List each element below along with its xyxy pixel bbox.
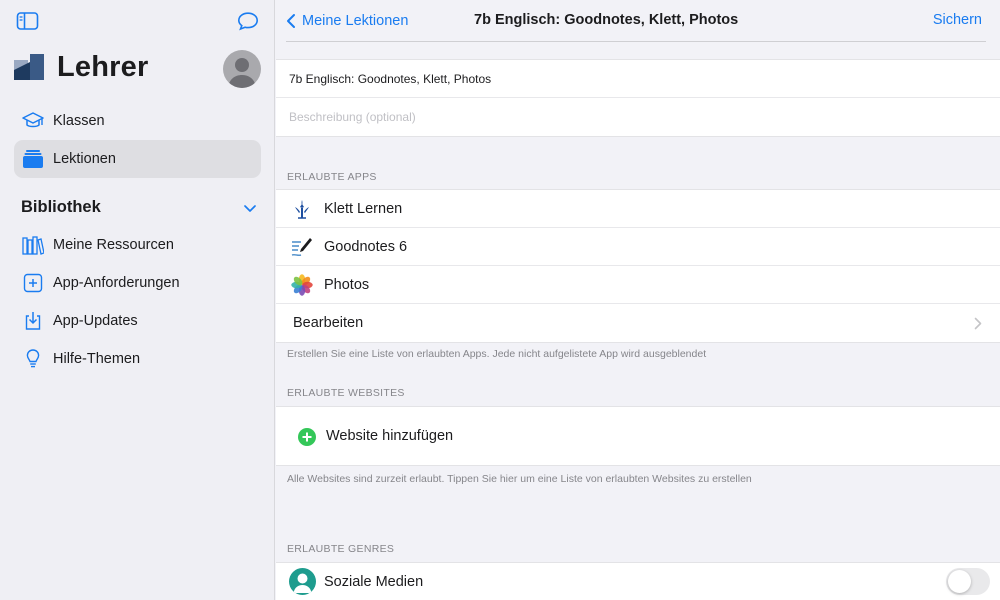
navigation-bar: Meine Lektionen 7b Englisch: Goodnotes, …	[276, 0, 1000, 42]
allowed-apps-footnote: Erstellen Sie eine Liste von erlaubten A…	[287, 348, 707, 360]
sidebar-item-label: Hilfe-Themen	[53, 351, 141, 367]
klett-app-icon	[291, 198, 313, 220]
back-button-label: Meine Lektionen	[302, 13, 409, 29]
add-website-button[interactable]: Website hinzufügen	[276, 407, 1000, 465]
description-placeholder: Beschreibung (optional)	[289, 110, 416, 124]
allowed-genres-header: ERLAUBTE GENRES	[287, 543, 395, 555]
page-title: 7b Englisch: Goodnotes, Klett, Photos	[474, 12, 739, 28]
section-bibliothek[interactable]: Bibliothek	[21, 196, 261, 220]
sidebar-item-label: Meine Ressourcen	[53, 237, 174, 253]
sidebar-header: Lehrer	[14, 48, 262, 88]
person-circle-icon	[289, 568, 316, 595]
list-item-goodnotes[interactable]: Goodnotes 6	[276, 228, 1000, 266]
stack-icon	[22, 149, 44, 169]
school-manager-logo-icon	[14, 54, 44, 80]
lesson-name-field[interactable]: 7b Englisch: Goodnotes, Klett, Photos	[276, 60, 1000, 98]
sidebar-item-hilfe-themen[interactable]: Hilfe-Themen	[14, 340, 261, 378]
allowed-websites-footnote: Alle Websites sind zurzeit erlaubt. Tipp…	[287, 473, 752, 485]
back-button[interactable]: Meine Lektionen	[286, 11, 408, 31]
sidebar-item-label: Klassen	[53, 113, 105, 129]
description-field[interactable]: Beschreibung (optional)	[276, 98, 1000, 136]
list-item-soziale-medien: Soziale Medien	[276, 563, 1000, 600]
allowed-genres-group: Soziale Medien	[276, 562, 1000, 600]
app-label: Photos	[324, 277, 370, 293]
sidebar-toggle-icon[interactable]	[16, 11, 40, 31]
list-item-photos[interactable]: Photos	[276, 266, 1000, 304]
goodnotes-app-icon	[291, 236, 313, 258]
allowed-apps-header: ERLAUBTE APPS	[287, 171, 377, 183]
sidebar-item-meine-ressourcen[interactable]: Meine Ressourcen	[14, 226, 261, 264]
soziale-medien-toggle[interactable]	[946, 568, 990, 595]
list-item-klett-lernen[interactable]: Klett Lernen	[276, 190, 1000, 228]
edit-apps-label: Bearbeiten	[293, 315, 364, 331]
lesson-details-group: 7b Englisch: Goodnotes, Klett, Photos Be…	[276, 59, 1000, 137]
photos-app-icon	[291, 274, 313, 296]
main-content: Meine Lektionen 7b Englisch: Goodnotes, …	[276, 0, 1000, 600]
plus-circle-icon	[298, 428, 316, 446]
allowed-apps-group: Klett Lernen Goodnotes 6 Photos Bearbeit…	[276, 189, 1000, 343]
save-button[interactable]: Sichern	[933, 12, 982, 28]
edit-apps-row[interactable]: Bearbeiten	[276, 304, 1000, 342]
lightbulb-icon	[22, 349, 44, 369]
books-icon	[22, 235, 45, 255]
graduation-cap-icon	[22, 111, 44, 131]
allowed-websites-header: ERLAUBTE WEBSITES	[287, 387, 405, 399]
sidebar: Lehrer Klassen Lektionen Bibliothek Mein…	[0, 0, 275, 600]
sidebar-item-lektionen[interactable]: Lektionen	[14, 140, 261, 178]
genre-label: Soziale Medien	[324, 574, 424, 590]
sidebar-item-app-anforderungen[interactable]: App-Anforderungen	[14, 264, 261, 302]
lesson-name-value: 7b Englisch: Goodnotes, Klett, Photos	[289, 72, 492, 86]
app-label: Goodnotes 6	[324, 239, 408, 255]
sidebar-item-app-updates[interactable]: App-Updates	[14, 302, 261, 340]
chevron-down-icon	[243, 201, 257, 212]
chevron-right-icon	[974, 317, 982, 330]
sidebar-item-label: App-Updates	[53, 313, 138, 329]
chevron-left-icon	[287, 14, 295, 28]
section-title: Bibliothek	[21, 198, 101, 216]
download-tray-icon	[22, 311, 44, 331]
message-bubble-icon[interactable]	[236, 11, 260, 31]
sidebar-item-label: App-Anforderungen	[53, 275, 180, 291]
divider	[286, 41, 986, 42]
plus-square-icon	[22, 273, 44, 293]
toggle-knob	[948, 570, 971, 593]
allowed-websites-group: Website hinzufügen	[276, 406, 1000, 466]
sidebar-item-klassen[interactable]: Klassen	[14, 102, 261, 140]
sidebar-item-label: Lektionen	[53, 151, 116, 167]
avatar[interactable]	[223, 50, 261, 88]
add-website-label: Website hinzufügen	[326, 428, 454, 444]
app-title: Lehrer	[57, 51, 149, 83]
app-label: Klett Lernen	[324, 201, 403, 217]
